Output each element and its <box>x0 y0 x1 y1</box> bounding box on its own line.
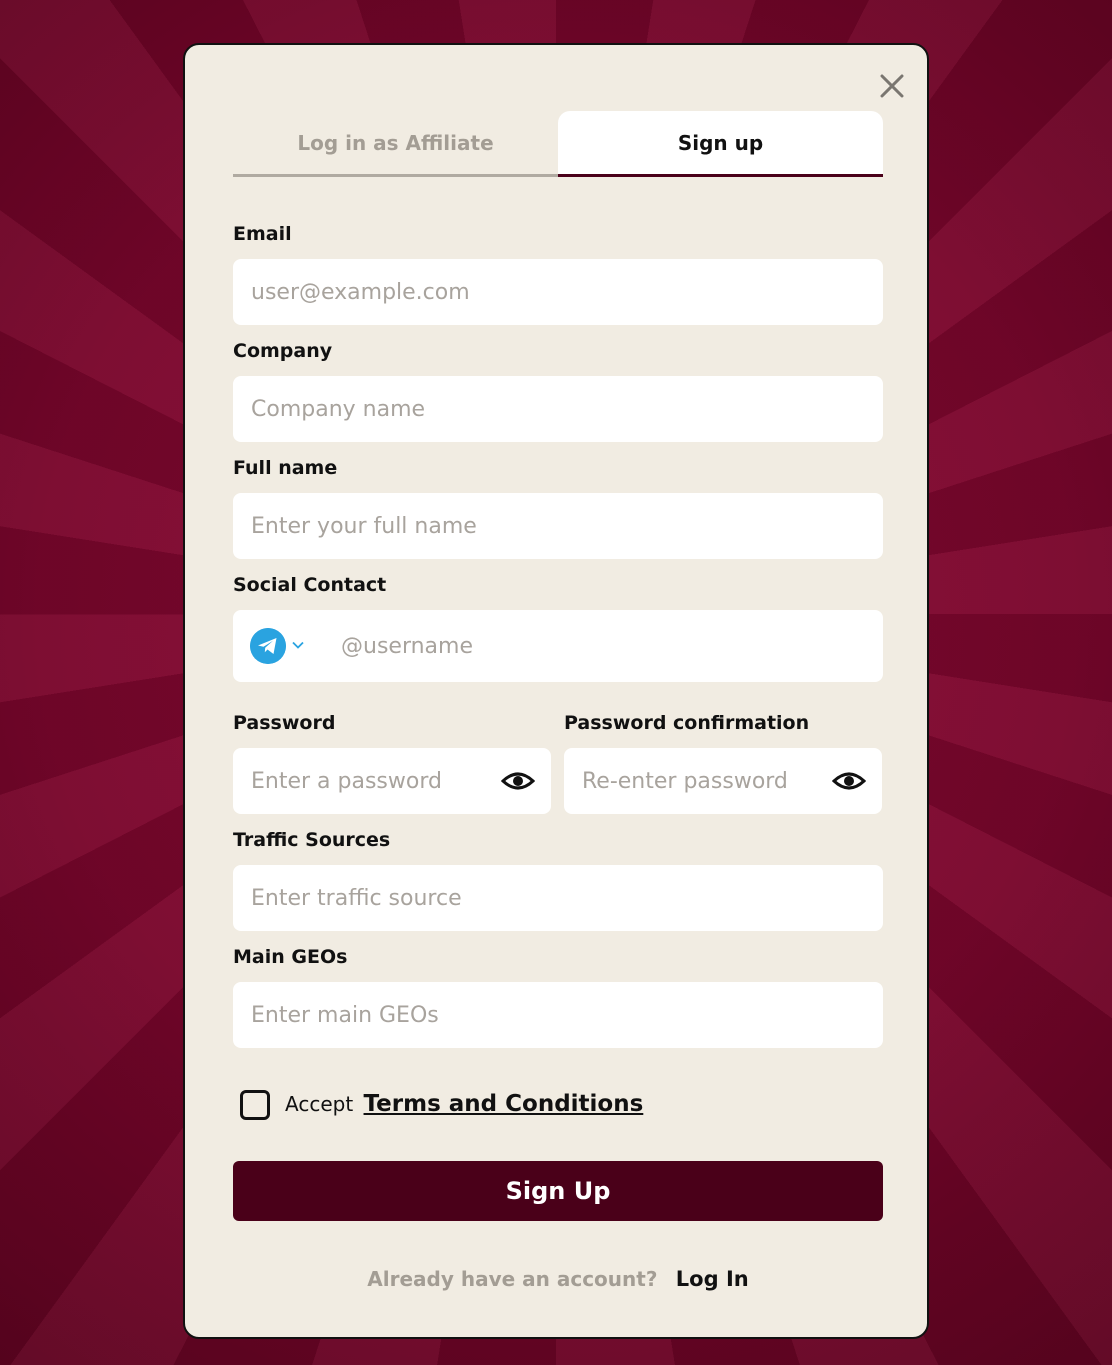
close-icon[interactable] <box>875 69 909 103</box>
traffic-sources-field-wrap <box>233 865 883 931</box>
password-confirmation-field-wrap <box>564 748 882 814</box>
log-in-link[interactable]: Log In <box>676 1267 749 1291</box>
signup-modal: Log in as Affiliate Sign up Email Compan… <box>183 43 929 1339</box>
telegram-icon[interactable] <box>250 628 286 664</box>
full-name-field-wrap <box>233 493 883 559</box>
main-geos-label: Main GEOs <box>233 946 348 968</box>
email-field-wrap <box>233 259 883 325</box>
traffic-sources-label: Traffic Sources <box>233 829 391 851</box>
password-field-wrap <box>233 748 551 814</box>
full-name-field[interactable] <box>233 493 883 559</box>
password-label: Password <box>233 712 336 734</box>
sign-up-button[interactable]: Sign Up <box>233 1161 883 1221</box>
auth-tabs: Log in as Affiliate Sign up <box>233 111 883 177</box>
company-label: Company <box>233 340 333 362</box>
social-contact-field-wrap <box>233 610 883 682</box>
footer: Already have an account? Log In <box>185 1267 931 1291</box>
already-account-text: Already have an account? <box>367 1267 658 1291</box>
full-name-label: Full name <box>233 457 338 479</box>
tab-login-affiliate[interactable]: Log in as Affiliate <box>233 111 558 177</box>
main-geos-field[interactable] <box>233 982 883 1048</box>
tab-sign-up[interactable]: Sign up <box>558 111 883 177</box>
password-confirmation-label: Password confirmation <box>564 712 810 734</box>
company-field[interactable] <box>233 376 883 442</box>
social-username-field[interactable] <box>323 610 883 682</box>
email-label: Email <box>233 223 292 245</box>
terms-text: Accept Terms and Conditions <box>285 1091 643 1117</box>
main-geos-field-wrap <box>233 982 883 1048</box>
terms-checkbox[interactable] <box>240 1090 270 1120</box>
chevron-down-icon[interactable] <box>291 638 305 652</box>
eye-icon[interactable] <box>501 768 535 794</box>
eye-icon[interactable] <box>832 768 866 794</box>
accept-label: Accept <box>285 1092 354 1116</box>
company-field-wrap <box>233 376 883 442</box>
traffic-sources-field[interactable] <box>233 865 883 931</box>
social-contact-label: Social Contact <box>233 574 387 596</box>
terms-link[interactable]: Terms and Conditions <box>364 1091 644 1117</box>
email-field[interactable] <box>233 259 883 325</box>
